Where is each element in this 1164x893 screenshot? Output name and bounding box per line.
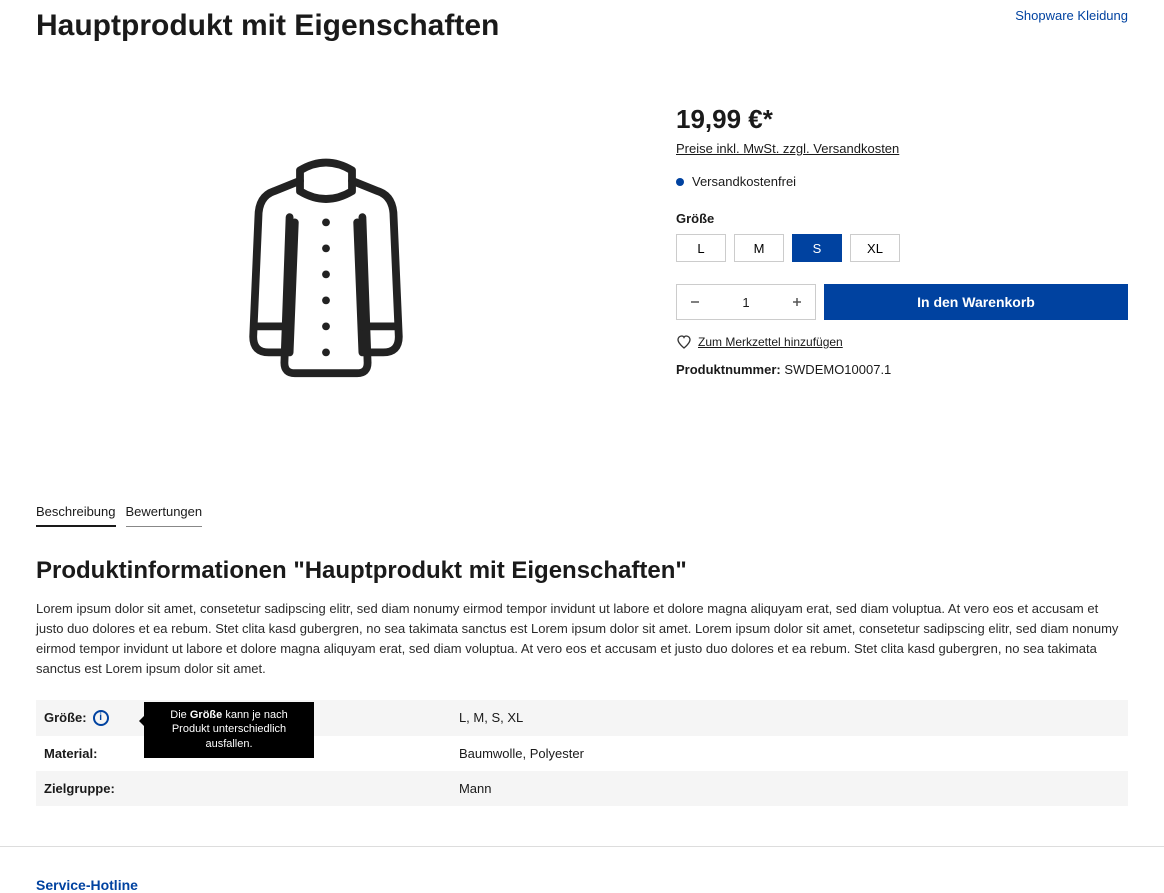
shirt-icon	[196, 134, 456, 394]
heart-icon	[676, 334, 692, 350]
sku-row: Produktnummer: SWDEMO10007.1	[676, 362, 1128, 377]
info-icon[interactable]: i	[93, 710, 109, 726]
quantity-increase-button[interactable]	[779, 285, 815, 319]
tab-bewertungen[interactable]: Bewertungen	[126, 504, 203, 527]
property-value: L, M, S, XL	[451, 700, 1128, 736]
product-image[interactable]	[36, 84, 616, 444]
property-value: Baumwolle, Polyester	[451, 736, 1128, 771]
page-title: Hauptprodukt mit Eigenschaften	[36, 8, 499, 44]
minus-icon	[689, 296, 701, 308]
wishlist-label: Zum Merkzettel hinzufügen	[698, 335, 843, 349]
table-row: Größe:iDie Größe kann je nach Produkt un…	[36, 700, 1128, 736]
shipping-free-text: Versandkostenfrei	[692, 174, 796, 189]
sku-value: SWDEMO10007.1	[784, 362, 891, 377]
info-title: Produktinformationen "Hauptprodukt mit E…	[36, 557, 1128, 585]
property-key: Zielgruppe:	[36, 771, 451, 806]
product-description: Lorem ipsum dolor sit amet, consetetur s…	[36, 599, 1128, 680]
variant-options: LMS XL	[676, 234, 1128, 262]
quantity-decrease-button[interactable]	[677, 285, 713, 319]
variant-label: Größe	[676, 211, 1128, 226]
variant-option-l[interactable]: L	[676, 234, 726, 262]
property-value: Mann	[451, 771, 1128, 806]
availability-dot-icon	[676, 178, 684, 186]
brand-link[interactable]: Shopware Kleidung	[1015, 8, 1128, 23]
add-to-wishlist-button[interactable]: Zum Merkzettel hinzufügen	[676, 334, 1128, 350]
variant-option-m[interactable]: M	[734, 234, 784, 262]
tabs: Beschreibung Bewertungen	[36, 504, 1128, 527]
property-key: Größe:iDie Größe kann je nach Produkt un…	[36, 700, 451, 736]
properties-table: Größe:iDie Größe kann je nach Produkt un…	[36, 700, 1128, 806]
tab-beschreibung[interactable]: Beschreibung	[36, 504, 116, 527]
variant-option-xl[interactable]: XL	[850, 234, 900, 262]
variant-option-s[interactable]: S	[792, 234, 842, 262]
price: 19,99 €*	[676, 104, 1128, 135]
add-to-cart-button[interactable]: In den Warenkorb	[824, 284, 1128, 320]
tax-info-link[interactable]: Preise inkl. MwSt. zzgl. Versandkosten	[676, 141, 899, 156]
footer-separator	[0, 846, 1164, 847]
quantity-stepper: 1	[676, 284, 816, 320]
quantity-value: 1	[713, 295, 779, 310]
footer-hotline-title: Service-Hotline	[36, 877, 1128, 893]
sku-label: Produktnummer:	[676, 362, 781, 377]
plus-icon	[791, 296, 803, 308]
table-row: Zielgruppe:Mann	[36, 771, 1128, 806]
